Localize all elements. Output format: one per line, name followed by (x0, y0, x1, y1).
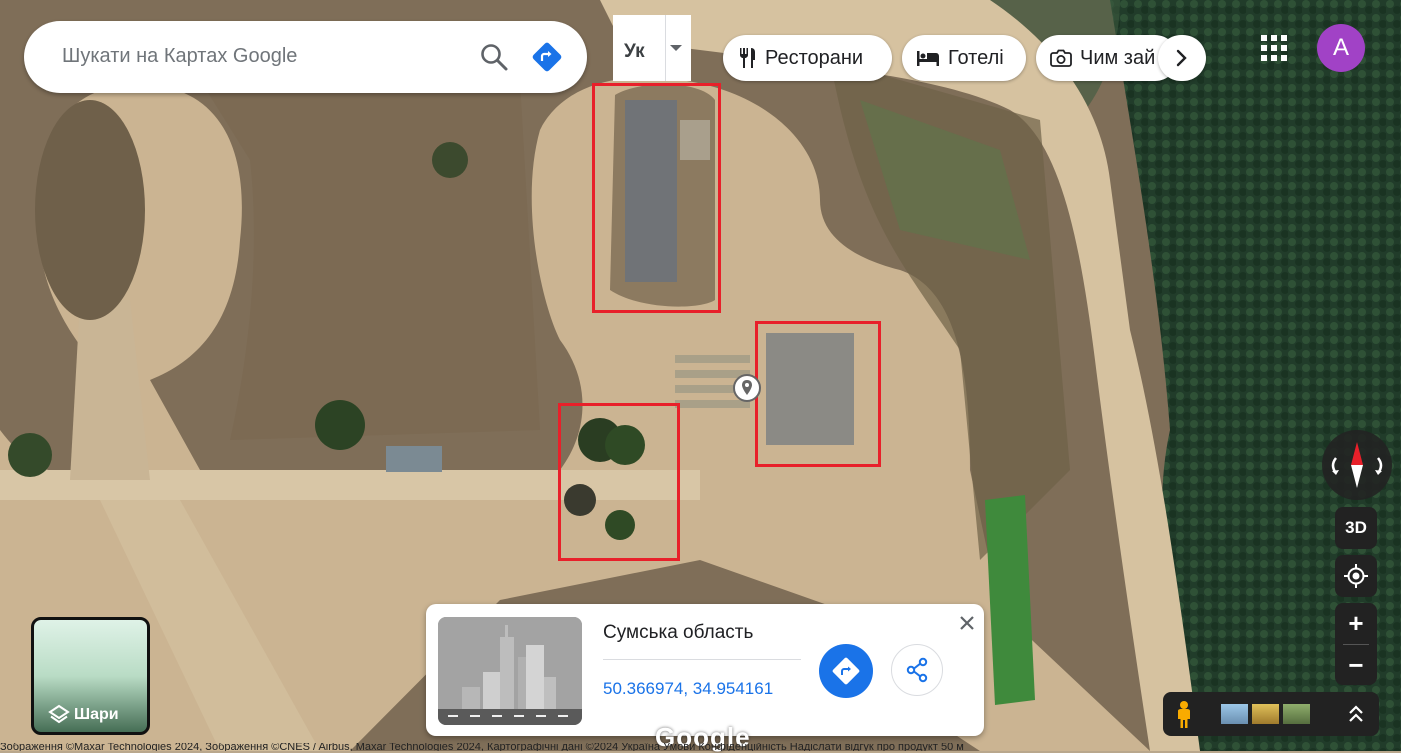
share-icon (906, 657, 928, 683)
search-input[interactable] (60, 44, 444, 69)
card-divider (603, 659, 801, 660)
zoom-in-button[interactable]: + (1335, 603, 1377, 644)
directions-button[interactable] (819, 644, 873, 698)
hotel-icon (917, 51, 939, 66)
account-avatar[interactable]: A (1317, 24, 1365, 72)
chips-next-button[interactable] (1158, 35, 1206, 81)
my-location-icon (1344, 564, 1368, 588)
attribution-footer: Зображення ©Maxar Technologies 2024, Зоб… (0, 743, 964, 751)
place-coordinates[interactable]: 50.366974, 34.954161 (603, 679, 773, 699)
layers-icon (48, 704, 70, 724)
directions-icon[interactable] (531, 41, 563, 73)
chevron-down-icon[interactable] (670, 45, 682, 51)
chip-label: Готелі (948, 46, 1004, 69)
search-icon[interactable] (479, 42, 509, 72)
chevron-right-icon (1176, 49, 1187, 67)
chip-restaurants[interactable]: Ресторани (723, 35, 892, 81)
city-illustration-icon (438, 617, 582, 725)
annotation-box-hangar (592, 83, 721, 313)
place-card: Сумська область 50.366974, 34.954161 (426, 604, 984, 736)
place-thumbnail[interactable] (438, 617, 582, 725)
annotation-box-building (755, 321, 881, 467)
compass-icon (1331, 442, 1383, 488)
share-button[interactable] (891, 644, 943, 696)
layers-label: Шари (74, 706, 119, 723)
annotation-box-trees (558, 403, 680, 561)
camera-icon (1050, 49, 1072, 67)
compass-control[interactable] (1322, 430, 1392, 500)
language-label: Ук (624, 41, 645, 62)
chip-label: Чим зай (1080, 46, 1156, 69)
pegman-icon[interactable] (1173, 700, 1195, 730)
street-view-bar (1163, 692, 1379, 736)
chip-label: Ресторани (765, 46, 864, 69)
3d-toggle-button[interactable]: 3D (1335, 507, 1377, 549)
place-title: Сумська область (603, 622, 754, 643)
chip-hotels[interactable]: Готелі (902, 35, 1026, 81)
zoom-out-button[interactable]: − (1335, 645, 1377, 685)
imagery-thumb-2[interactable] (1252, 704, 1279, 724)
apps-grid-icon[interactable] (1260, 34, 1288, 62)
layers-button[interactable]: Шари (31, 617, 150, 735)
language-selector[interactable]: Ук (613, 15, 691, 81)
imagery-thumb-3[interactable] (1283, 704, 1310, 724)
language-separator (665, 15, 666, 81)
search-box (24, 21, 587, 93)
restaurant-icon (740, 48, 755, 68)
close-icon[interactable] (957, 613, 977, 633)
zoom-control: + − (1335, 603, 1377, 685)
expand-icon[interactable] (1347, 702, 1365, 726)
map-pin-icon[interactable] (733, 374, 761, 402)
my-location-button[interactable] (1335, 555, 1377, 597)
imagery-thumb-1[interactable] (1221, 704, 1248, 724)
chip-things-to-do[interactable]: Чим зай (1036, 35, 1178, 81)
directions-icon (832, 657, 860, 685)
